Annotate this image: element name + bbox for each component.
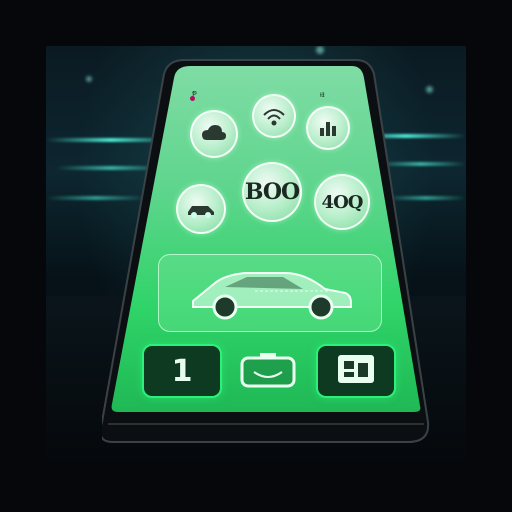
menu-card[interactable] — [316, 344, 396, 398]
app-screen: Ᵽ ᵼᵻ BOO 4OQ 1 — [120, 64, 416, 412]
bokeh-light — [316, 46, 324, 54]
battery-button[interactable] — [240, 352, 296, 388]
range-gauge: 4OQ — [314, 174, 370, 230]
car-icon — [186, 200, 216, 218]
grid-icon — [336, 353, 376, 389]
bokeh-light — [86, 76, 92, 82]
speed-value: BOO — [244, 179, 300, 205]
cloud-icon — [201, 124, 227, 144]
notification-dot — [190, 96, 195, 101]
connectivity-button[interactable] — [252, 94, 296, 138]
vehicle-status-button[interactable] — [176, 184, 226, 234]
speed-gauge: BOO — [242, 162, 302, 222]
battery-icon — [240, 353, 296, 392]
trip-number: 1 — [171, 353, 193, 389]
range-value: 4OQ — [321, 191, 364, 213]
wifi-icon — [261, 105, 287, 127]
status-right: ᵼᵻ — [320, 90, 325, 99]
car-panel[interactable] — [158, 254, 382, 332]
image-frame: Ᵽ ᵼᵻ BOO 4OQ 1 — [0, 0, 512, 512]
car-icon — [185, 261, 355, 325]
trip-card[interactable]: 1 — [142, 344, 222, 398]
chart-icon — [318, 118, 338, 138]
stats-button[interactable] — [306, 106, 350, 150]
cloud-button[interactable] — [190, 110, 238, 158]
